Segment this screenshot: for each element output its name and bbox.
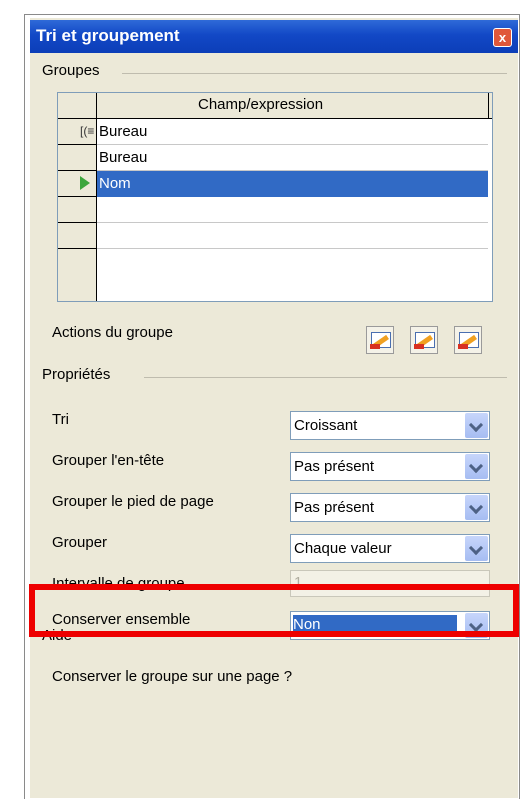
table-cell[interactable]: Nom bbox=[97, 171, 488, 197]
table-cell[interactable]: Bureau bbox=[97, 119, 488, 145]
groups-separator bbox=[122, 73, 507, 74]
group-header-dropdown-button[interactable] bbox=[465, 454, 488, 479]
table-cell[interactable] bbox=[97, 197, 488, 223]
header-right-edge bbox=[488, 93, 489, 118]
row-handle[interactable] bbox=[58, 197, 96, 223]
table-header: Champ/expression bbox=[58, 93, 492, 119]
table-row[interactable]: [(≡ Bureau bbox=[58, 119, 492, 145]
sort-select[interactable]: Croissant bbox=[290, 411, 490, 440]
group-header-value: Pas présent bbox=[294, 458, 375, 475]
group-header-select[interactable]: Pas présent bbox=[290, 452, 490, 481]
group-on-label: Grouper bbox=[52, 534, 108, 551]
group-footer-value: Pas présent bbox=[294, 499, 375, 516]
row-handle[interactable] bbox=[58, 223, 96, 249]
groups-table[interactable]: Champ/expression [(≡ Bureau Bureau Nom bbox=[57, 92, 493, 302]
table-row-selected[interactable]: Nom bbox=[58, 171, 492, 197]
group-on-select[interactable]: Chaque valeur bbox=[290, 534, 490, 563]
table-cell[interactable] bbox=[97, 223, 488, 249]
sort-label: Tri bbox=[52, 411, 69, 428]
groups-legend: Groupes bbox=[42, 62, 100, 79]
group-footer-label: Grouper le pied de page bbox=[52, 493, 214, 510]
row-handle[interactable]: [(≡ bbox=[58, 119, 96, 145]
table-row[interactable] bbox=[58, 197, 492, 223]
group-on-value: Chaque valeur bbox=[294, 540, 392, 557]
header-divider bbox=[96, 93, 97, 118]
group-actions-label: Actions du groupe bbox=[52, 324, 173, 341]
move-down-button[interactable] bbox=[410, 326, 438, 354]
chevron-down-icon bbox=[468, 458, 484, 474]
row-handle[interactable] bbox=[58, 145, 96, 171]
move-up-button[interactable] bbox=[366, 326, 394, 354]
chevron-down-icon bbox=[468, 499, 484, 515]
sort-value: Croissant bbox=[294, 417, 358, 434]
column-header-field: Champ/expression bbox=[198, 96, 324, 113]
group-on-dropdown-button[interactable] bbox=[465, 536, 488, 561]
sort-dropdown-button[interactable] bbox=[465, 413, 488, 438]
group-header-label: Grouper l'en-tête bbox=[52, 452, 165, 469]
title-bar: Tri et groupement x bbox=[30, 20, 518, 53]
properties-separator bbox=[144, 377, 507, 378]
red-highlight-box bbox=[29, 584, 519, 637]
group-header-icon: [(≡ bbox=[80, 124, 95, 138]
group-footer-select[interactable]: Pas présent bbox=[290, 493, 490, 522]
group-footer-dropdown-button[interactable] bbox=[465, 495, 488, 520]
chevron-down-icon bbox=[468, 417, 484, 433]
dialog-window: Tri et groupement x Groupes Champ/expres… bbox=[30, 18, 518, 798]
properties-legend: Propriétés bbox=[42, 366, 111, 383]
close-button[interactable]: x bbox=[493, 28, 512, 47]
window-title: Tri et groupement bbox=[36, 26, 180, 45]
current-row-arrow-icon bbox=[80, 176, 90, 190]
help-text: Conserver le groupe sur une page ? bbox=[52, 668, 293, 685]
delete-group-button[interactable] bbox=[454, 326, 482, 354]
table-cell[interactable]: Bureau bbox=[97, 145, 488, 171]
table-row[interactable] bbox=[58, 223, 492, 249]
chevron-down-icon bbox=[468, 540, 484, 556]
row-handle[interactable] bbox=[58, 171, 96, 197]
table-row[interactable]: Bureau bbox=[58, 145, 492, 171]
